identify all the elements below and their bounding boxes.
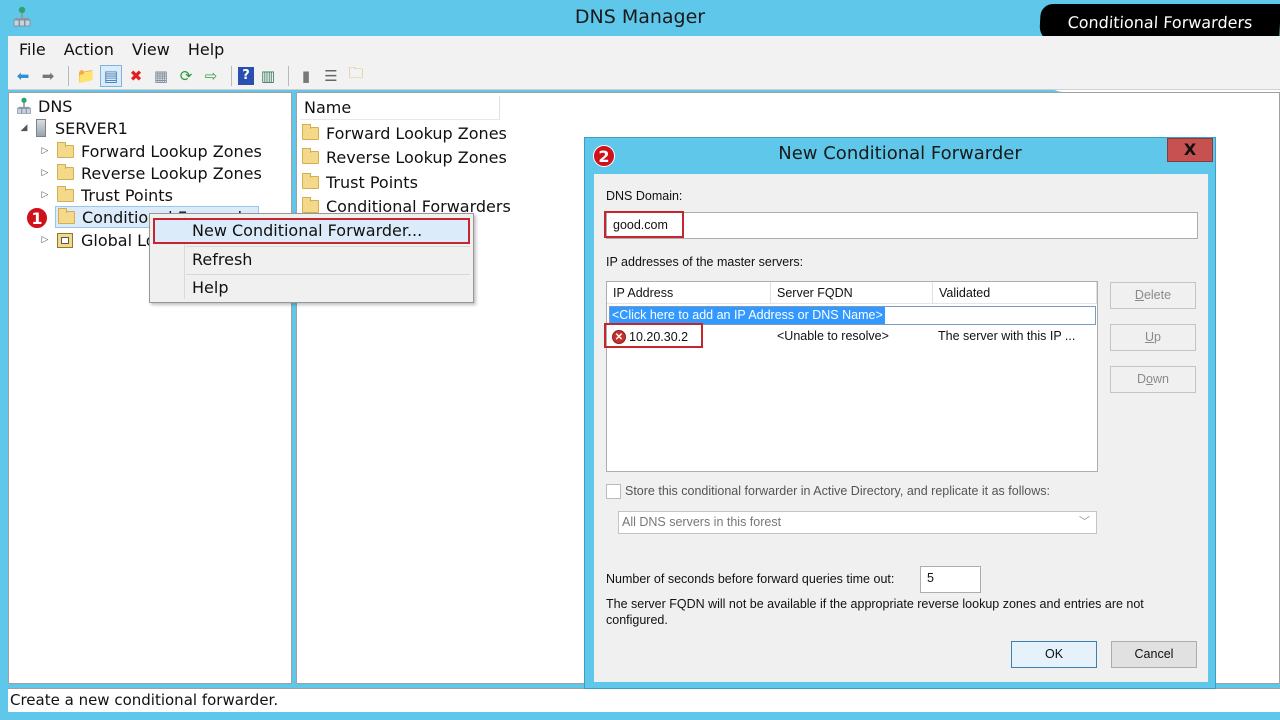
down-button[interactable]: Down: [1110, 366, 1196, 393]
grid-cell-validated: The server with this IP ...: [938, 329, 1076, 343]
list-item-label: Forward Lookup Zones: [326, 123, 507, 143]
chevron-down-icon: ﹀: [1079, 516, 1090, 528]
tree-label: Forward Lookup Zones: [81, 141, 262, 161]
store-in-ad-label: Store this conditional forwarder in Acti…: [625, 484, 1050, 498]
folder-icon: [302, 147, 319, 164]
help-icon[interactable]: ?: [238, 66, 254, 85]
menu-item-new-conditional-forwarder[interactable]: New Conditional Forwarder...: [153, 218, 470, 244]
menu-item-refresh[interactable]: Refresh: [153, 247, 470, 273]
context-menu: New Conditional Forwarder... Refresh Hel…: [149, 213, 474, 303]
dns-icon: [17, 97, 31, 114]
replication-scope-dropdown[interactable]: All DNS servers in this forest ﹀: [618, 511, 1097, 534]
new-conditional-forwarder-dialog: New Conditional Forwarder X 2 DNS Domain…: [584, 137, 1216, 689]
global-logs-icon: [57, 232, 73, 248]
folder-doc-icon[interactable]: 🗀: [345, 64, 367, 87]
status-bar: Create a new conditional forwarder.: [8, 688, 1280, 712]
column-header-name[interactable]: Name: [300, 96, 500, 120]
expand-icon[interactable]: ▷: [39, 190, 51, 200]
collapse-icon[interactable]: ◢: [18, 123, 30, 133]
dialog-body: DNS Domain: good.com IP addresses of the…: [594, 174, 1208, 682]
grid-header-ip-address[interactable]: IP Address: [607, 282, 771, 304]
menu-help[interactable]: Help: [188, 40, 224, 59]
timeout-value: 5: [927, 571, 934, 585]
toolbar-separator: [231, 65, 232, 86]
tree-label: Reverse Lookup Zones: [81, 163, 262, 183]
up-folder-icon[interactable]: 📁: [75, 65, 97, 87]
close-button[interactable]: X: [1167, 138, 1213, 162]
list-item[interactable]: Forward Lookup Zones: [302, 122, 507, 144]
show-hide-console-tree-icon[interactable]: ▤: [100, 64, 122, 87]
tree-item-global-logs[interactable]: ▷ Global Lo: [39, 229, 156, 251]
tree-item-server1[interactable]: ◢ SERVER1: [18, 117, 128, 139]
master-servers-grid: IP Address Server FQDN Validated <Click …: [606, 281, 1098, 472]
tree-label: DNS: [38, 96, 73, 116]
tree-item-forward-lookup-zones[interactable]: ▷ Forward Lookup Zones: [39, 140, 262, 162]
back-arrow-icon[interactable]: ⬅: [12, 65, 34, 87]
up-button[interactable]: Up: [1110, 324, 1196, 351]
folder-icon: [302, 172, 319, 189]
store-in-ad-checkbox[interactable]: [606, 484, 621, 499]
forward-arrow-icon[interactable]: ➡: [37, 65, 59, 87]
list-item-label: Trust Points: [326, 172, 418, 192]
folder-icon: [302, 196, 319, 213]
fqdn-note: The server FQDN will not be available if…: [606, 597, 1144, 627]
menu-file[interactable]: File: [19, 40, 46, 59]
folder-icon: [302, 123, 319, 140]
list-item-label: Reverse Lookup Zones: [326, 147, 507, 167]
toolbar-separator: [68, 65, 69, 86]
timeout-input[interactable]: 5: [920, 566, 981, 593]
list-item[interactable]: Trust Points: [302, 171, 418, 193]
menu-bar: File Action View Help: [8, 36, 1280, 62]
dialog-title: New Conditional Forwarder: [778, 143, 1022, 164]
grid-header-server-fqdn[interactable]: Server FQDN: [771, 282, 933, 304]
list-item[interactable]: Reverse Lookup Zones: [302, 146, 507, 168]
step-2-badge: 2: [593, 145, 615, 167]
ok-button[interactable]: OK: [1011, 641, 1097, 668]
folder-icon: [58, 207, 75, 224]
delete-icon[interactable]: ✖: [125, 65, 147, 87]
folder-icon: [57, 163, 74, 180]
menu-item-help[interactable]: Help: [153, 275, 470, 301]
tree-item-dns[interactable]: DNS: [16, 95, 72, 117]
replication-scope-value: All DNS servers in this forest: [622, 515, 782, 529]
folder-icon: [57, 185, 74, 202]
tree-item-reverse-lookup-zones[interactable]: ▷ Reverse Lookup Zones: [39, 162, 262, 184]
expand-icon[interactable]: ▷: [39, 168, 51, 178]
master-servers-label: IP addresses of the master servers:: [606, 255, 804, 269]
folder-icon: [57, 141, 74, 158]
grid-cell-fqdn: <Unable to resolve>: [777, 329, 889, 343]
dns-domain-label: DNS Domain:: [606, 189, 683, 203]
tree-label: Global Lo: [81, 230, 156, 250]
step-1-badge: 1: [26, 207, 48, 229]
export-list-icon[interactable]: ⇨: [200, 65, 222, 87]
delete-button[interactable]: Delete: [1110, 282, 1196, 309]
add-ip-placeholder: <Click here to add an IP Address or DNS …: [610, 307, 885, 324]
toolbar-separator: [288, 65, 289, 86]
tree-item-trust-points[interactable]: ▷ Trust Points: [39, 184, 173, 206]
cancel-button[interactable]: Cancel: [1111, 641, 1197, 668]
timeout-label: Number of seconds before forward queries…: [606, 572, 895, 586]
expand-icon[interactable]: ▷: [39, 235, 51, 245]
highlight-box: [604, 211, 684, 238]
menu-action[interactable]: Action: [64, 40, 114, 59]
grid-header-validated[interactable]: Validated: [933, 282, 1097, 304]
server-icon: [36, 119, 46, 137]
tree-label: SERVER1: [55, 118, 128, 138]
highlight-box: [604, 323, 703, 348]
menu-view[interactable]: View: [132, 40, 170, 59]
expand-icon[interactable]: ▷: [39, 146, 51, 156]
tree-label: Trust Points: [81, 185, 173, 205]
server-icon[interactable]: ▮: [295, 65, 317, 87]
list-icon[interactable]: ☰: [320, 65, 342, 87]
properties-icon[interactable]: ▦: [150, 65, 172, 87]
refresh-icon[interactable]: ⟳: [175, 65, 197, 87]
toolbar: ⬅ ➡ 📁 ▤ ✖ ▦ ⟳ ⇨? ▥ ▮ ☰ 🗀: [8, 62, 1280, 90]
show-action-pane-icon[interactable]: ▥: [257, 65, 279, 87]
dns-domain-input[interactable]: good.com: [606, 212, 1198, 239]
